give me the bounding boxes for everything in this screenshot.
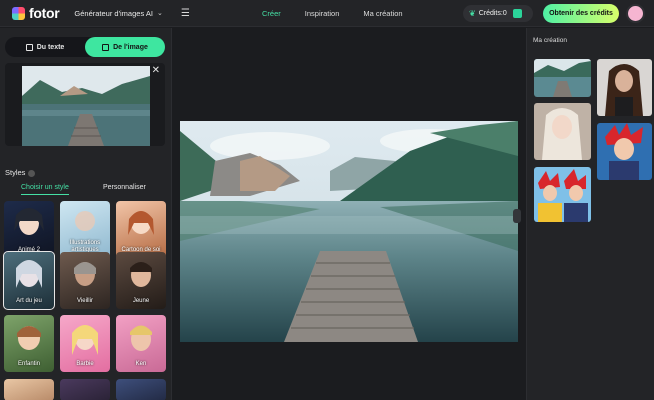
- style-label: Barbie: [76, 361, 94, 367]
- fotor-logo[interactable]: fotor: [12, 5, 60, 21]
- style-card-young[interactable]: Jeune: [116, 252, 166, 309]
- style-card-art-illustrations[interactable]: Illustrations artistiques: [60, 201, 110, 258]
- tab-customize[interactable]: Personnaliser: [103, 184, 146, 191]
- mode-text-label: Du texte: [36, 43, 65, 51]
- woman-portrait-image: [597, 59, 652, 116]
- credits-label: Crédits:0: [478, 10, 507, 17]
- style-label: Ken: [135, 361, 147, 367]
- fotor-logo-icon: [12, 6, 25, 20]
- generated-image-preview[interactable]: [180, 121, 518, 342]
- top-bar: fotor Générateur d'images AI ⌄ ☰ Créer I…: [0, 0, 654, 27]
- menu-icon[interactable]: ☰: [181, 8, 190, 19]
- mode-image-button[interactable]: De l'image: [85, 37, 165, 57]
- style-tabs: Choisir un style Personnaliser: [5, 184, 165, 198]
- style-card-more[interactable]: [4, 379, 54, 400]
- creation-thumb[interactable]: [534, 59, 591, 97]
- chevron-down-icon: ⌄: [156, 10, 163, 17]
- reference-image-thumbnail[interactable]: [22, 66, 150, 146]
- mode-text-button[interactable]: Du texte: [5, 37, 85, 57]
- lake-thumb-image: [534, 59, 591, 97]
- style-card-age[interactable]: Vieillir: [60, 252, 110, 309]
- avatar[interactable]: [626, 4, 645, 23]
- styles-title: Styles: [5, 168, 36, 177]
- style-card-barbie[interactable]: Barbie: [60, 315, 110, 372]
- close-icon[interactable]: ✕: [152, 65, 160, 76]
- style-card-game-art[interactable]: Art du jeu: [3, 251, 55, 310]
- image-icon: [102, 43, 110, 51]
- generator-label: Générateur d'images AI: [74, 8, 153, 18]
- credits-badge[interactable]: ❦ Crédits:0: [463, 5, 533, 22]
- styles-title-label: Styles: [5, 168, 26, 177]
- style-card-ken[interactable]: Ken: [116, 315, 166, 372]
- mode-image-label: De l'image: [113, 43, 148, 51]
- canvas-area: [173, 28, 525, 400]
- collapse-panel-handle[interactable]: [513, 209, 521, 223]
- my-creation-title: Ma création: [533, 37, 567, 44]
- main-nav: Créer Inspiration Ma création: [262, 0, 427, 27]
- creation-thumb[interactable]: [534, 167, 591, 222]
- mode-switch: Du texte De l'image: [5, 37, 165, 57]
- lake-pier-image: [22, 66, 150, 146]
- info-icon[interactable]: [28, 169, 36, 177]
- left-panel: Du texte De l'image ✕ Styles Choisir un …: [0, 28, 172, 400]
- nav-tab-my-creation[interactable]: Ma création: [363, 9, 402, 18]
- creation-thumb[interactable]: [597, 59, 652, 116]
- style-label: Jeune: [132, 298, 150, 304]
- fotor-app: fotor Générateur d'images AI ⌄ ☰ Créer I…: [0, 0, 654, 400]
- style-card-anime-2[interactable]: Animé 2: [4, 201, 54, 258]
- style-label: Vieillir: [77, 298, 93, 304]
- style-card-self-cartoon[interactable]: Cartoon de soi: [116, 201, 166, 258]
- creation-thumb[interactable]: [534, 103, 591, 160]
- nav-tab-inspiration[interactable]: Inspiration: [305, 9, 340, 18]
- get-credits-button[interactable]: Obtenir des crédits: [543, 4, 619, 23]
- style-card-childish[interactable]: Enfantin: [4, 315, 54, 372]
- tab-choose-style[interactable]: Choisir un style: [21, 184, 69, 195]
- reference-image-box: ✕: [5, 63, 165, 146]
- creation-thumb[interactable]: [597, 123, 652, 180]
- anime-girl-image: [534, 103, 591, 160]
- style-label: Art du jeu: [16, 298, 42, 304]
- style-label: Enfantin: [17, 361, 41, 367]
- leaf-icon: ❦: [469, 9, 476, 18]
- generator-dropdown[interactable]: Générateur d'images AI ⌄: [74, 9, 162, 18]
- style-card-more[interactable]: [60, 379, 110, 400]
- right-panel: Ma création: [526, 28, 654, 400]
- clipboard-icon: [512, 9, 522, 18]
- nav-tab-create[interactable]: Créer: [262, 9, 281, 18]
- style-card-more[interactable]: [116, 379, 166, 400]
- anime-boy-image: [597, 123, 652, 180]
- anime-duo-image: [534, 167, 591, 222]
- logo-text: fotor: [29, 5, 60, 21]
- text-icon: [25, 43, 33, 51]
- lake-pier-scene: [180, 121, 518, 342]
